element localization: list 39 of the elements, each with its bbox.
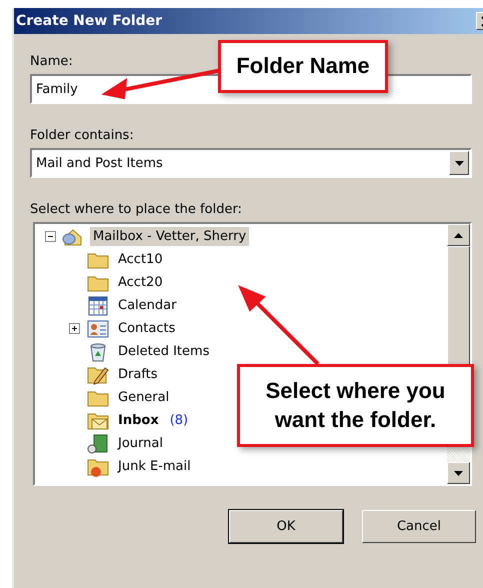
tree-item[interactable]: Mailbox - Vetter, Sherry xyxy=(90,227,250,246)
expand-toggle-icon[interactable] xyxy=(45,231,56,242)
scroll-up-button[interactable] xyxy=(447,224,470,246)
down-arrow-icon xyxy=(454,470,463,476)
tree-item[interactable]: Acct20 xyxy=(115,273,166,292)
field-label: Name: xyxy=(30,54,73,69)
contact-card-icon xyxy=(87,318,109,338)
tree-item[interactable]: Contacts xyxy=(115,319,178,338)
dropdown-arrow-button[interactable] xyxy=(449,151,469,175)
window-title: Create New Folder xyxy=(16,13,162,29)
junk-folder-icon xyxy=(87,456,109,476)
tree-item[interactable]: Calendar xyxy=(115,296,180,315)
expand-toggle-icon[interactable] xyxy=(69,323,80,334)
cancel-button[interactable]: Cancel xyxy=(362,510,476,543)
tree-item[interactable]: Inbox xyxy=(115,411,162,430)
tree-item[interactable]: General xyxy=(115,388,172,407)
callout-text: Select where you want the folder. xyxy=(264,376,446,434)
tree-item[interactable]: Junk E-mail xyxy=(115,457,194,476)
folder-icon xyxy=(87,274,109,292)
callout-text: Folder Name xyxy=(236,52,370,80)
envelope-folder-icon xyxy=(87,410,109,430)
caret-icon xyxy=(454,160,464,166)
journal-book-icon xyxy=(87,434,109,454)
scroll-down-button[interactable] xyxy=(447,462,470,484)
field-label: Select where to place the folder: xyxy=(30,202,242,217)
tree-item[interactable]: Drafts xyxy=(115,365,161,384)
tree-item[interactable]: Deleted Items xyxy=(115,342,212,361)
field-label: Folder contains: xyxy=(30,128,134,143)
folder-icon xyxy=(87,388,109,406)
folder-icon xyxy=(87,250,109,268)
pencil-folder-icon xyxy=(87,364,109,384)
tree-item[interactable]: Acct10 xyxy=(115,250,166,269)
tree-item[interactable]: Journal xyxy=(115,434,166,453)
unread-count: (8) xyxy=(170,413,188,428)
mailbox-icon xyxy=(62,226,84,246)
calendar-icon xyxy=(87,296,109,316)
ok-button[interactable]: OK xyxy=(229,510,343,543)
folder-type-dropdown[interactable]: Mail and Post Items xyxy=(30,148,472,178)
up-arrow-icon xyxy=(454,232,463,238)
